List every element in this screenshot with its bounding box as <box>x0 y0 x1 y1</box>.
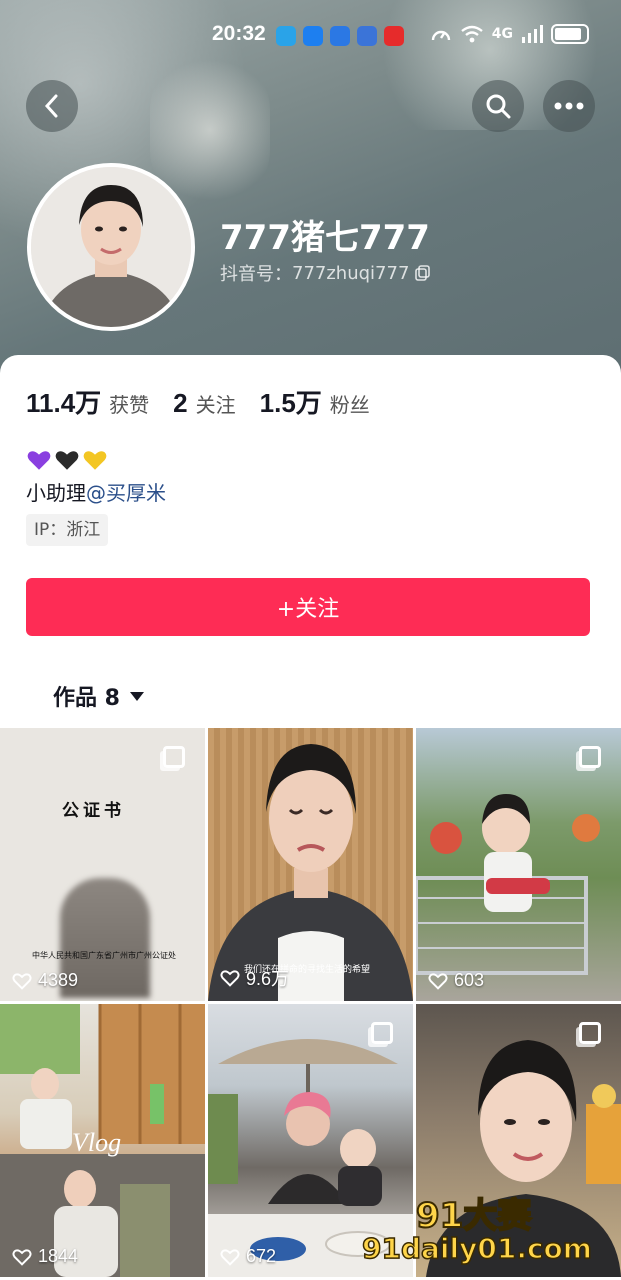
video-4-like-count: 1844 <box>38 1246 79 1266</box>
followers-label[interactable]: 粉丝 <box>330 389 370 418</box>
heart-outline-icon <box>12 1248 32 1266</box>
telegram-icon <box>276 26 296 46</box>
video-2-like-count: 9.6万 <box>246 969 290 989</box>
chevron-left-icon <box>44 94 58 118</box>
message-icon <box>303 26 323 46</box>
more-button[interactable] <box>543 80 595 132</box>
video-2-image <box>208 744 413 1001</box>
video-1-like-count: 4389 <box>38 970 79 990</box>
video-4-likes: 1844 <box>12 1246 78 1267</box>
video-thumbnail-1[interactable]: 公证书 中华人民共和国广东省广州市广州公证处 4389 <box>0 728 205 1001</box>
bio-mention-link[interactable]: @买厚米 <box>86 481 166 505</box>
multi-image-icon <box>371 1022 393 1044</box>
heart-outline-icon <box>220 970 240 987</box>
video-thumbnail-2[interactable]: 我们还在拼命的寻找生活的希望 9.6万 <box>208 728 413 1001</box>
watermark-line-1: 91大赛 <box>415 1195 532 1237</box>
shield-icon <box>330 26 350 46</box>
network-type: 4G <box>491 26 513 42</box>
likes-label[interactable]: 获赞 <box>109 389 149 418</box>
multi-image-icon <box>579 1022 601 1044</box>
search-button[interactable] <box>472 80 524 132</box>
followers-count[interactable]: 1.5万 <box>260 383 322 420</box>
purple-heart-icon <box>27 451 51 470</box>
heart-outline-icon <box>220 1248 240 1266</box>
battery-icon <box>551 24 589 44</box>
video-4-title: Vlog <box>72 1128 122 1157</box>
app-badge-icon <box>384 26 404 46</box>
heart-outline-icon <box>12 972 32 990</box>
douyin-id-row: 抖音号： 777zhuqi777 <box>220 260 431 286</box>
avatar-portrait <box>31 167 191 327</box>
status-time: 20:32 <box>212 22 266 45</box>
watermark-logo: 91大赛 91daily01.com <box>361 1188 621 1276</box>
bio-text: 小助理@买厚米 <box>26 477 166 506</box>
multi-image-icon <box>579 746 601 768</box>
search-icon <box>486 94 511 119</box>
video-1-title: 公证书 <box>62 801 125 820</box>
video-1-likes: 4389 <box>12 970 78 991</box>
caret-down-icon <box>129 691 144 701</box>
multi-image-icon <box>163 746 185 768</box>
avatar[interactable] <box>27 163 195 331</box>
watermark-line-2: 91daily01.com <box>361 1231 592 1266</box>
yellow-heart-icon <box>83 451 107 470</box>
video-5-like-count: 672 <box>246 1246 277 1266</box>
status-bar: 20:32 4G <box>0 20 621 56</box>
status-indicators: 4G <box>430 24 589 44</box>
tab-works[interactable]: 作品 8 <box>53 680 144 712</box>
profile-card: 11.4万 获赞 2 关注 1.5万 粉丝 小助理@买厚米 IP：浙江 +关注 … <box>0 355 621 735</box>
username: 777猪七777 <box>220 218 430 258</box>
video-thumbnail-3[interactable]: 603 <box>416 728 621 1001</box>
douyin-id-label: 抖音号： <box>220 264 292 285</box>
tab-works-label: 作品 8 <box>53 686 120 711</box>
follow-button[interactable]: +关注 <box>26 578 590 636</box>
copy-icon[interactable] <box>415 265 431 281</box>
profile-page: 20:32 4G 777猪七777 抖音号： 777zhuqi777 11.4万… <box>0 0 621 1280</box>
video-1-caption: 中华人民共和国广东省广州市广州公证处 <box>32 951 176 960</box>
following-count[interactable]: 2 <box>173 388 187 419</box>
douyin-id-value: 777zhuqi777 <box>292 262 410 284</box>
ip-location-tag: IP：浙江 <box>26 514 109 546</box>
wifi-icon <box>461 25 483 43</box>
speed-icon <box>431 30 450 41</box>
browser-icon <box>357 26 377 46</box>
video-5-likes: 672 <box>220 1246 276 1267</box>
video-3-image <box>416 794 600 975</box>
heart-outline-icon <box>428 972 448 990</box>
stats-row: 11.4万 获赞 2 关注 1.5万 粉丝 <box>26 383 394 420</box>
bio-prefix: 小助理 <box>26 481 86 505</box>
black-heart-icon <box>55 451 79 470</box>
likes-count[interactable]: 11.4万 <box>26 383 101 420</box>
video-2-likes: 9.6万 <box>220 965 289 991</box>
video-3-like-count: 603 <box>454 970 485 990</box>
following-label[interactable]: 关注 <box>196 389 236 418</box>
more-dots-icon <box>554 102 584 110</box>
back-button[interactable] <box>26 80 78 132</box>
bio-hearts <box>26 447 108 473</box>
signal-icon <box>522 25 543 43</box>
video-thumbnail-4[interactable]: Vlog 1844 <box>0 1004 205 1277</box>
video-3-likes: 603 <box>428 970 484 991</box>
